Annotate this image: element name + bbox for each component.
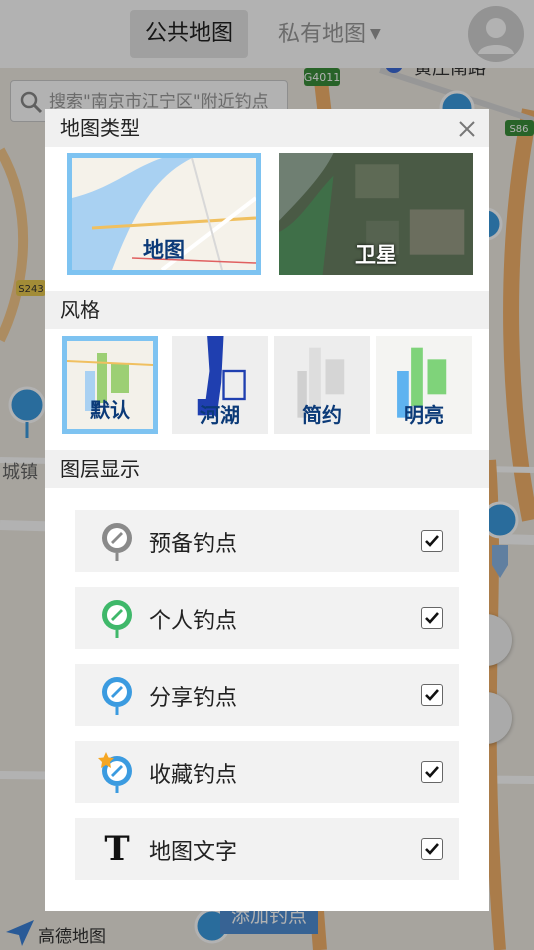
layer-label: 分享钓点 <box>149 686 238 711</box>
star-pin-icon <box>98 752 132 793</box>
checkmark-icon <box>425 535 439 547</box>
layer-label: 个人钓点 <box>149 609 238 634</box>
style-label: 简约 <box>302 403 342 427</box>
layer-checkbox[interactable] <box>421 838 443 860</box>
map-type-satellite[interactable]: 卫星 <box>279 153 473 275</box>
layer-label: 收藏钓点 <box>149 763 238 788</box>
section-header-layers: 图层显示 <box>45 450 489 488</box>
section-header-map-type: 地图类型 <box>45 109 489 147</box>
checkmark-icon <box>425 766 439 778</box>
section-title-layers: 图层显示 <box>60 457 140 481</box>
style-rivers-lakes[interactable]: 河湖 <box>172 336 268 434</box>
map-type-standard[interactable]: 地图 <box>67 153 261 275</box>
section-title-style: 风格 <box>60 298 100 322</box>
style-label: 明亮 <box>404 403 444 427</box>
blue-pin-icon <box>102 677 132 715</box>
layer-label: 预备钓点 <box>149 532 238 557</box>
style-label: 默认 <box>90 398 130 422</box>
checkmark-icon <box>425 843 439 855</box>
style-bright[interactable]: 明亮 <box>376 336 472 434</box>
map-settings-panel: 地图类型 地图 卫星 风格 默认 河湖 简约 明亮 图层显示 预备钓点 个人钓点… <box>45 109 489 911</box>
layer-row-map-text[interactable]: T 地图文字 <box>75 818 459 880</box>
style-label: 河湖 <box>200 403 240 427</box>
green-pin-icon <box>102 600 132 638</box>
layer-row-shared-spots[interactable]: 分享钓点 <box>75 664 459 726</box>
layer-label: 地图文字 <box>149 840 238 865</box>
checkmark-icon <box>425 689 439 701</box>
layer-checkbox[interactable] <box>421 761 443 783</box>
layer-row-personal-spots[interactable]: 个人钓点 <box>75 587 459 649</box>
gray-pin-icon <box>102 523 132 561</box>
map-type-label: 卫星 <box>355 243 397 267</box>
style-simple[interactable]: 简约 <box>274 336 370 434</box>
text-t-icon: T <box>104 829 130 869</box>
map-type-label: 地图 <box>143 238 185 262</box>
close-icon[interactable] <box>453 115 481 143</box>
layer-row-reserve-spots[interactable]: 预备钓点 <box>75 510 459 572</box>
layer-checkbox[interactable] <box>421 607 443 629</box>
section-header-style: 风格 <box>45 291 489 329</box>
checkmark-icon <box>425 612 439 624</box>
layer-checkbox[interactable] <box>421 684 443 706</box>
section-title-map-type: 地图类型 <box>60 116 140 140</box>
layer-checkbox[interactable] <box>421 530 443 552</box>
style-default[interactable]: 默认 <box>62 336 158 434</box>
layer-row-favorite-spots[interactable]: 收藏钓点 <box>75 741 459 803</box>
